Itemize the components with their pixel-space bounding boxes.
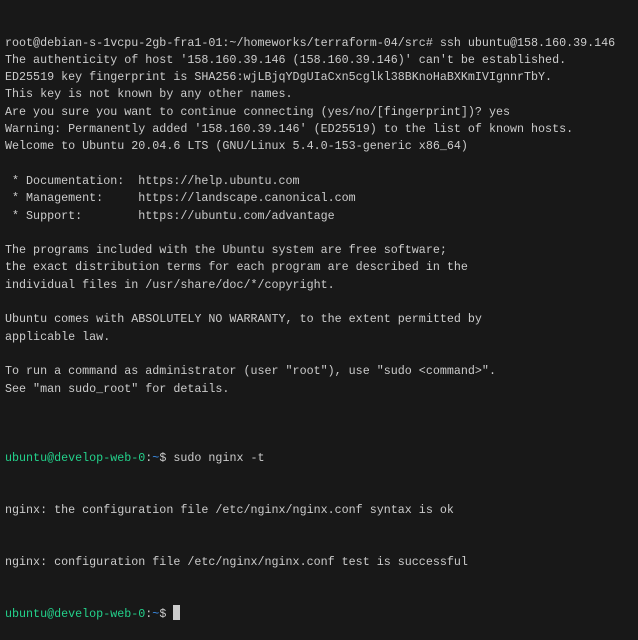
terminal-line: * Support: https://ubuntu.com/advantage [5, 208, 335, 223]
terminal-line: Are you sure you want to continue connec… [5, 104, 510, 119]
terminal[interactable]: root@debian-s-1vcpu-2gb-fra1-01:~/homewo… [0, 0, 638, 640]
terminal-line: The authenticity of host '158.160.39.146… [5, 52, 567, 67]
terminal-output: root@debian-s-1vcpu-2gb-fra1-01:~/homewo… [5, 35, 638, 416]
terminal-line: Welcome to Ubuntu 20.04.6 LTS (GNU/Linux… [5, 139, 468, 154]
terminal-line: * Management: https://landscape.canonica… [5, 191, 356, 206]
terminal-line: Warning: Permanently added '158.160.39.1… [5, 122, 574, 137]
terminal-line: To run a command as administrator (user … [5, 364, 496, 379]
prompt-path: ~ [152, 607, 160, 622]
prompt-line[interactable]: ubuntu@develop-web-0:~$ [5, 605, 638, 622]
terminal-line: The programs included with the Ubuntu sy… [5, 243, 447, 258]
output-line: nginx: configuration file /etc/nginx/ngi… [5, 554, 468, 569]
terminal-line: Ubuntu comes with ABSOLUTELY NO WARRANTY… [5, 312, 482, 327]
prompt-separator: : [145, 450, 153, 465]
terminal-line: See "man sudo_root" for details. [5, 381, 230, 396]
prompt-separator: : [145, 607, 153, 622]
terminal-line: individual files in /usr/share/doc/*/cop… [5, 277, 335, 292]
prompt-user-host: ubuntu@develop-web-0 [5, 607, 146, 622]
prompt-line: ubuntu@develop-web-0:~$ sudo nginx -t [5, 450, 638, 467]
command: sudo nginx -t [173, 450, 265, 465]
terminal-line: the exact distribution terms for each pr… [5, 260, 468, 275]
prompt-user-host: ubuntu@develop-web-0 [5, 450, 146, 465]
terminal-line: This key is not known by any other names… [5, 87, 293, 102]
terminal-line: * Documentation: https://help.ubuntu.com [5, 173, 300, 188]
terminal-line: ED25519 key fingerprint is SHA256:wjLBjq… [5, 70, 553, 85]
prompt-symbol: $ [159, 450, 174, 465]
cursor[interactable] [173, 605, 181, 621]
terminal-line: root@debian-s-1vcpu-2gb-fra1-01:~/homewo… [5, 35, 616, 50]
terminal-line: applicable law. [5, 329, 111, 344]
prompt-path: ~ [152, 450, 160, 465]
output-line: nginx: the configuration file /etc/nginx… [5, 502, 454, 517]
prompt-symbol: $ [159, 607, 174, 622]
